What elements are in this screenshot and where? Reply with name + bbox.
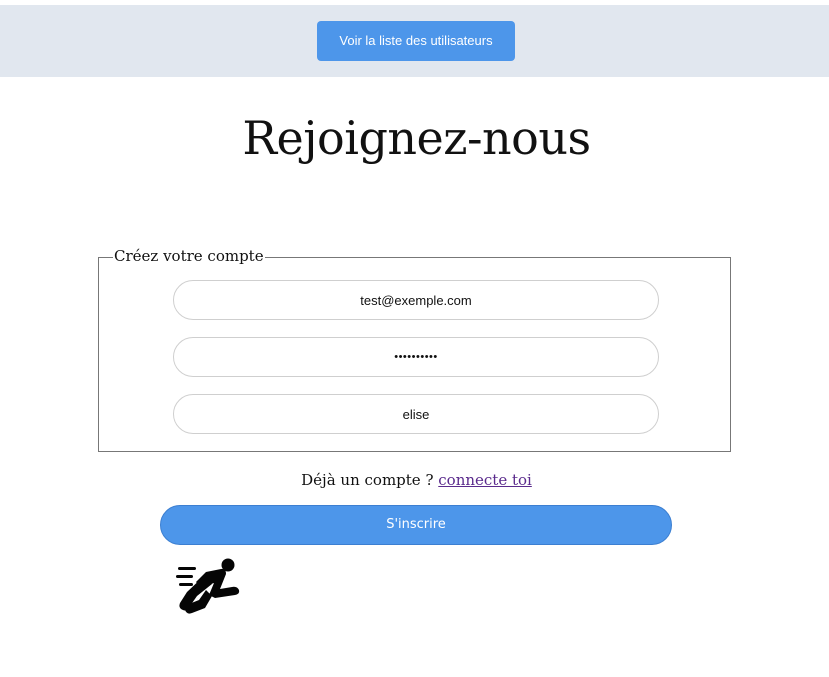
password-field[interactable] — [173, 337, 659, 377]
fieldset-legend: Créez votre compte — [113, 247, 265, 265]
username-field[interactable] — [173, 394, 659, 434]
running-person-icon — [176, 558, 240, 614]
login-prompt: Déjà un compte ? connecte toi — [0, 470, 829, 490]
login-prompt-text: Déjà un compte ? — [301, 471, 434, 489]
top-bar: Voir la liste des utilisateurs — [0, 5, 829, 77]
page-title: Rejoignez-nous — [242, 111, 591, 165]
email-field[interactable] — [173, 280, 659, 320]
view-users-button[interactable]: Voir la liste des utilisateurs — [317, 21, 515, 61]
signup-button[interactable]: S'inscrire — [160, 505, 672, 545]
login-link[interactable]: connecte toi — [438, 471, 532, 489]
